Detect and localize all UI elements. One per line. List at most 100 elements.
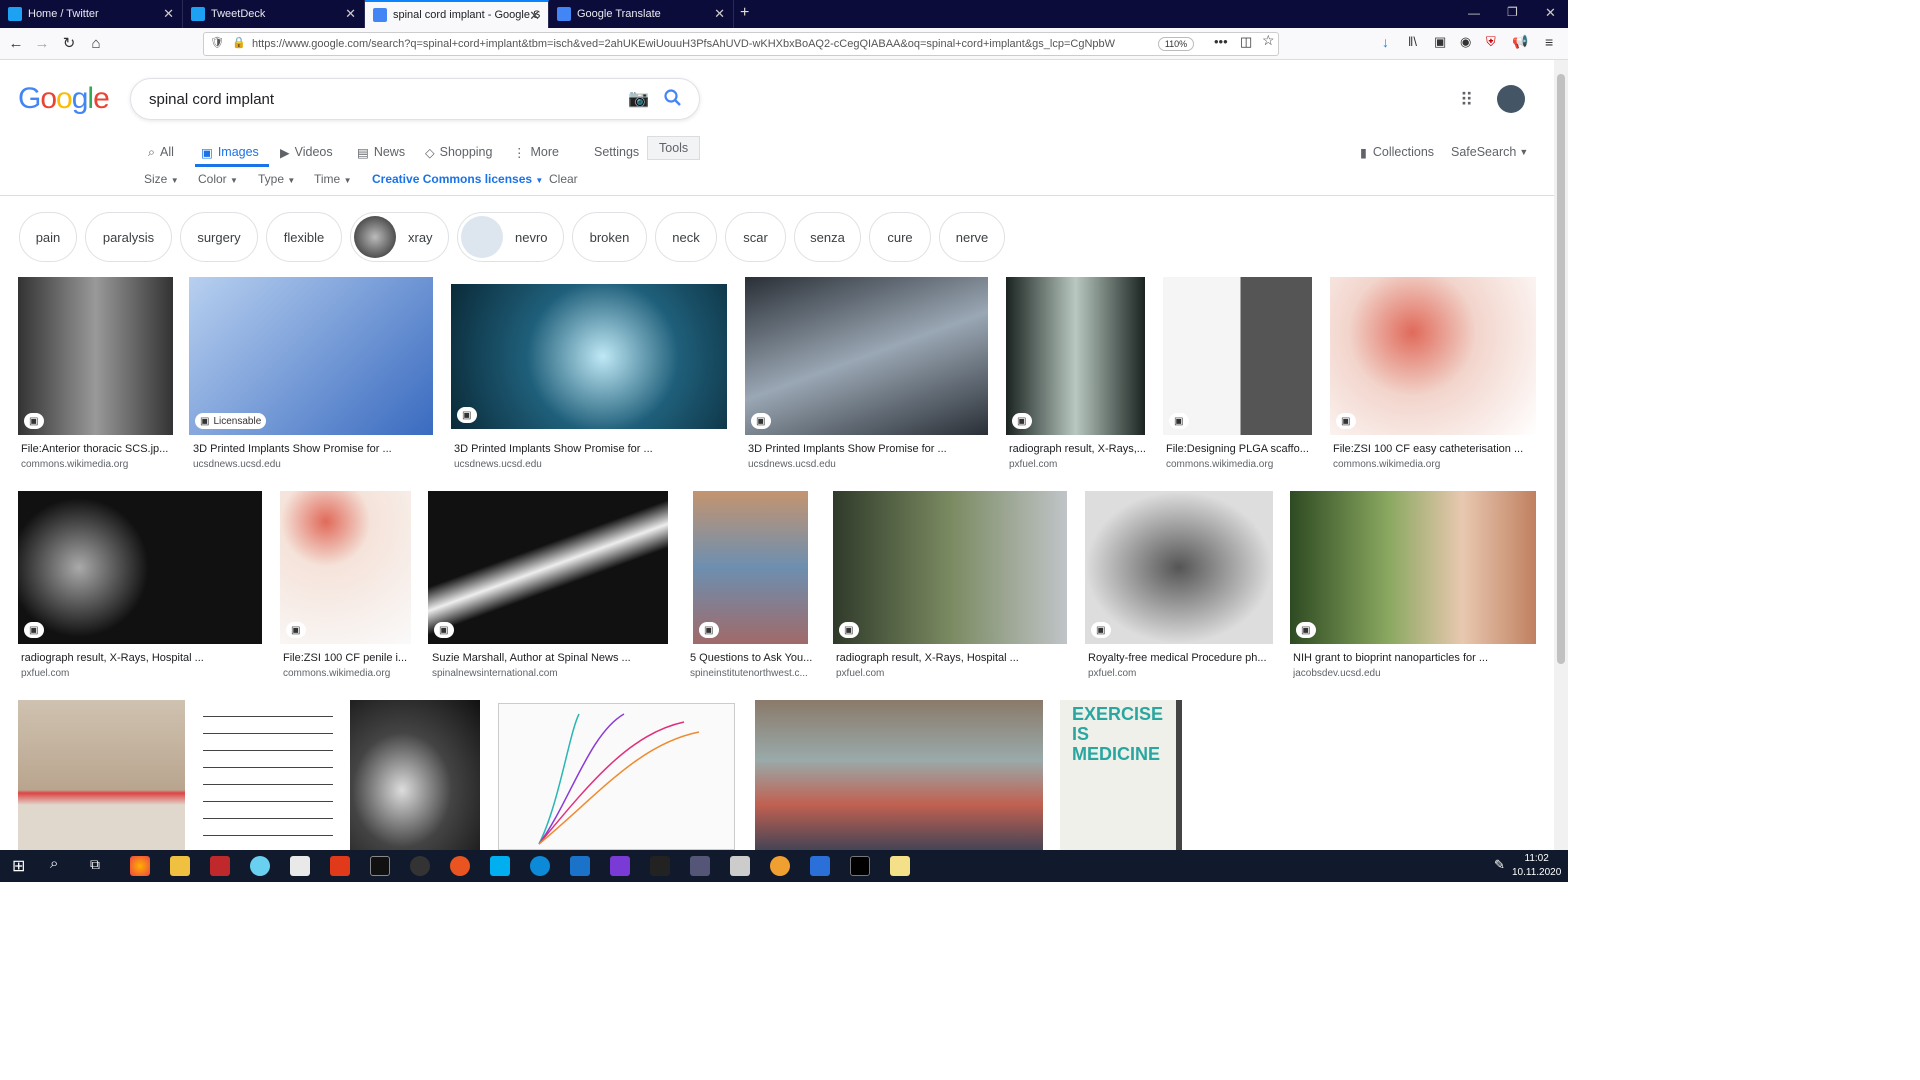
tab-google-search[interactable]: spinal cord implant - Google S ✕	[365, 0, 549, 28]
app-icon[interactable]	[770, 856, 790, 876]
tab-all[interactable]: ⌕ All	[148, 140, 174, 164]
search-box[interactable]: spinal cord implant	[130, 78, 700, 120]
zoom-level[interactable]: 110%	[1158, 37, 1194, 51]
settings-link[interactable]: Settings	[594, 140, 639, 164]
chip-cure[interactable]: cure	[869, 212, 931, 262]
result-image[interactable]	[203, 700, 333, 850]
result-image[interactable]: ▣	[18, 277, 173, 435]
edge-icon[interactable]	[530, 856, 550, 876]
color-filter[interactable]: Color ▼	[198, 172, 238, 186]
time-filter[interactable]: Time ▼	[314, 172, 352, 186]
firefox-icon[interactable]	[130, 856, 150, 876]
result-source[interactable]: spineinstitutenorthwest.c...	[690, 668, 812, 679]
bookmark-star-icon[interactable]: ☆	[1262, 32, 1275, 49]
result-image[interactable]: ▣	[18, 491, 262, 644]
new-tab-icon[interactable]: +	[740, 4, 749, 22]
result-image[interactable]: ▣	[833, 491, 1067, 644]
result-source[interactable]: pxfuel.com	[1088, 668, 1273, 679]
scrollbar-thumb[interactable]	[1557, 74, 1565, 664]
word-icon[interactable]	[810, 856, 830, 876]
result-image[interactable]	[755, 700, 1043, 850]
close-tab-icon[interactable]: ✕	[714, 6, 725, 22]
result-source[interactable]: pxfuel.com	[21, 668, 262, 679]
menu-icon[interactable]: ≡	[1545, 34, 1553, 50]
tab-google-translate[interactable]: Google Translate ✕	[549, 0, 734, 28]
app-icon[interactable]	[730, 856, 750, 876]
forward-icon[interactable]: →	[32, 34, 52, 54]
app-icon[interactable]	[610, 856, 630, 876]
result-title[interactable]: 3D Printed Implants Show Promise for ...	[748, 443, 988, 455]
collections-link[interactable]: ▮ Collections	[1360, 140, 1434, 164]
result-title[interactable]: NIH grant to bioprint nanoparticles for …	[1293, 652, 1536, 664]
result-source[interactable]: pxfuel.com	[836, 668, 1067, 679]
result-title[interactable]: Royalty-free medical Procedure ph...	[1088, 652, 1273, 664]
result-source[interactable]: pxfuel.com	[1009, 459, 1145, 470]
tab-twitter[interactable]: Home / Twitter ✕	[0, 0, 183, 28]
result-image[interactable]: ▣	[280, 491, 411, 644]
result-title[interactable]: File:Designing PLGA scaffo...	[1166, 443, 1312, 455]
chip-nevro[interactable]: nevro	[457, 212, 564, 262]
voicemeeter-icon[interactable]	[210, 856, 230, 876]
page-actions-icon[interactable]: •••	[1214, 34, 1228, 49]
result-image[interactable]: ▣	[1290, 491, 1536, 644]
shield-icon[interactable]: 🛡	[210, 36, 224, 49]
task-view-icon[interactable]: ⧉	[90, 856, 100, 873]
chip-scar[interactable]: scar	[725, 212, 786, 262]
app-icon[interactable]	[250, 856, 270, 876]
result-image[interactable]: ▣	[1330, 277, 1536, 435]
tab-news[interactable]: ▤ News	[357, 140, 405, 164]
result-source[interactable]: commons.wikimedia.org	[21, 459, 173, 470]
ublock-icon[interactable]: ⛨	[1486, 34, 1496, 50]
result-title[interactable]: radiograph result, X-Rays,...	[1009, 443, 1145, 455]
app-icon[interactable]	[690, 856, 710, 876]
close-tab-icon[interactable]: ✕	[163, 6, 174, 22]
home-icon[interactable]: ⌂	[86, 34, 106, 54]
result-title[interactable]: radiograph result, X-Rays, Hospital ...	[836, 652, 1067, 664]
result-image[interactable]: ▣	[693, 491, 808, 644]
library-icon[interactable]: ‖\	[1408, 34, 1417, 49]
obs-icon[interactable]	[410, 856, 430, 876]
result-source[interactable]: commons.wikimedia.org	[283, 668, 411, 679]
result-title[interactable]: File:ZSI 100 CF easy catheterisation ...	[1333, 443, 1536, 455]
file-explorer-icon[interactable]	[170, 856, 190, 876]
chip-broken[interactable]: broken	[572, 212, 647, 262]
minimize-icon[interactable]: —	[1468, 6, 1480, 20]
chip-paralysis[interactable]: paralysis	[85, 212, 172, 262]
safesearch-dropdown[interactable]: SafeSearch ▼	[1451, 140, 1528, 164]
result-image[interactable]: ▣	[1085, 491, 1273, 644]
search-icon[interactable]	[664, 89, 682, 107]
result-source[interactable]: ucsdnews.ucsd.edu	[454, 459, 726, 470]
result-source[interactable]: commons.wikimedia.org	[1166, 459, 1312, 470]
chip-senza[interactable]: senza	[794, 212, 861, 262]
app-icon[interactable]	[650, 856, 670, 876]
app-icon[interactable]	[290, 856, 310, 876]
reload-icon[interactable]: ↻	[59, 34, 79, 54]
result-source[interactable]: spinalnewsinternational.com	[432, 668, 668, 679]
result-source[interactable]: jacobsdev.ucsd.edu	[1293, 668, 1536, 679]
result-title[interactable]: Suzie Marshall, Author at Spinal News ..…	[432, 652, 668, 664]
skype-icon[interactable]	[490, 856, 510, 876]
camera-icon[interactable]: 📷	[628, 89, 649, 109]
result-title[interactable]: radiograph result, X-Rays, Hospital ...	[21, 652, 262, 664]
download-icon[interactable]: ↓	[1382, 34, 1389, 50]
result-title[interactable]: 5 Questions to Ask You...	[690, 652, 812, 664]
size-filter[interactable]: Size ▼	[144, 172, 179, 186]
result-title[interactable]: File:ZSI 100 CF penile i...	[283, 652, 411, 664]
terminal-icon[interactable]	[850, 856, 870, 876]
result-image[interactable]: ▣	[428, 491, 668, 644]
back-icon[interactable]: ←	[6, 34, 26, 54]
result-image[interactable]: ▣	[1006, 277, 1145, 435]
result-image[interactable]	[498, 703, 735, 850]
tab-tweetdeck[interactable]: TweetDeck ✕	[183, 0, 365, 28]
sidebar-icon[interactable]: ▣	[1434, 34, 1446, 50]
result-title[interactable]: 3D Printed Implants Show Promise for ...	[193, 443, 433, 455]
avatar[interactable]	[1497, 85, 1525, 113]
url-bar[interactable]: https://www.google.com/search?q=spinal+c…	[203, 32, 1279, 56]
chip-neck[interactable]: neck	[655, 212, 717, 262]
system-clock[interactable]: 11:02 10.11.2020	[1512, 852, 1561, 880]
result-image[interactable]: ▣ Licensable	[189, 277, 433, 435]
chip-flexible[interactable]: flexible	[266, 212, 342, 262]
result-source[interactable]: ucsdnews.ucsd.edu	[193, 459, 433, 470]
result-title[interactable]: File:Anterior thoracic SCS.jp...	[21, 443, 173, 455]
result-image[interactable]: ▣	[745, 277, 988, 435]
